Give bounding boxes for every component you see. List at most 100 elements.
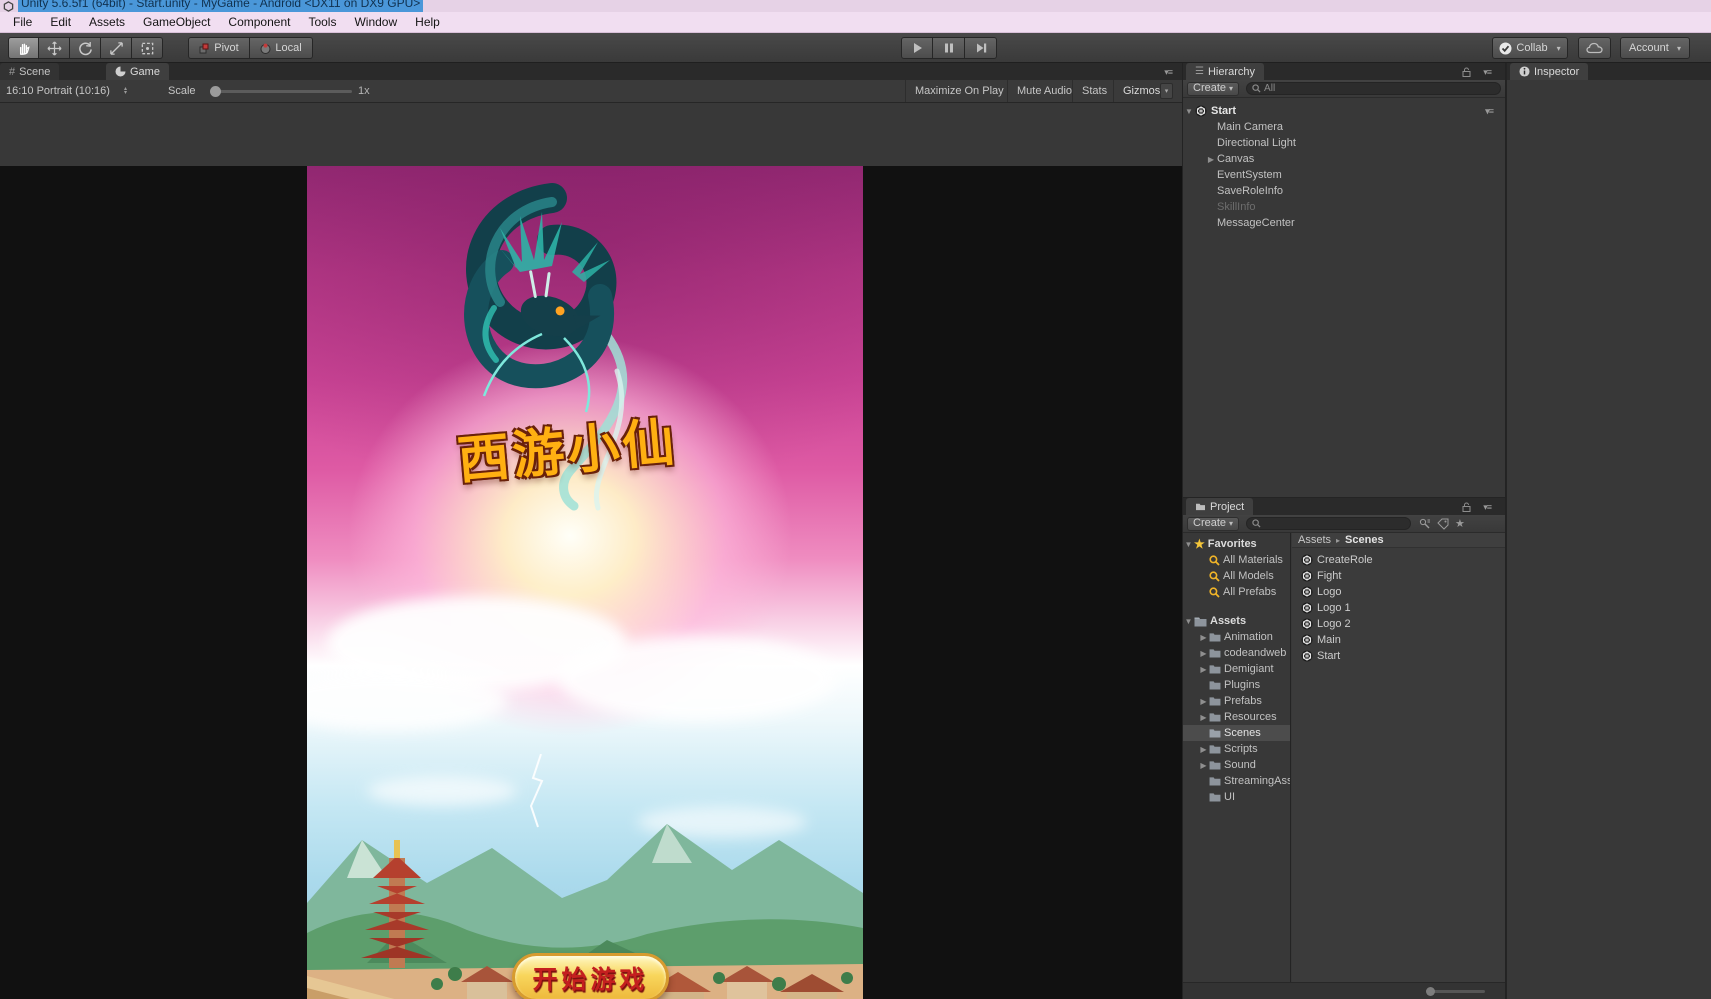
game-viewport: 西游小仙 开始游戏 [307,166,863,999]
project-panel-menu-icon[interactable]: ▾≡ [1483,502,1491,513]
menu-tools[interactable]: Tools [299,12,345,32]
hand-tool-button[interactable] [8,37,39,59]
hierarchy-item-saveroleinfo[interactable]: SaveRoleInfo [1183,183,1505,199]
search-by-type-icon[interactable] [1419,518,1431,530]
favorite-all-prefabs[interactable]: All Prefabs [1183,584,1290,600]
scale-slider-knob[interactable] [210,86,221,97]
favorite-all-materials[interactable]: All Materials [1183,552,1290,568]
menu-bar: File Edit Assets GameObject Component To… [0,12,1711,33]
panel-divider[interactable] [1182,63,1183,999]
hierarchy-item-eventsystem[interactable]: EventSystem [1183,167,1505,183]
hierarchy-item-skillinfo[interactable]: SkillInfo [1183,199,1505,215]
folder-scripts[interactable]: ▶Scripts [1183,741,1290,757]
folder-animation[interactable]: ▶Animation [1183,629,1290,645]
hierarchy-item-directional-light[interactable]: Directional Light [1183,135,1505,151]
scene-game-tabrow: # Scene Game ▾≡ [0,63,1182,80]
search-by-label-icon[interactable] [1437,518,1449,530]
scene-file-logo-1[interactable]: Logo 1 [1292,600,1505,616]
scene-file-fight[interactable]: Fight [1292,568,1505,584]
play-button[interactable] [901,37,933,59]
breadcrumb-root[interactable]: Assets [1298,534,1331,546]
local-toggle-button[interactable]: Local [250,37,313,59]
rotate-tool-button[interactable] [70,37,101,59]
tab-hierarchy[interactable]: ☰ Hierarchy [1186,63,1264,80]
save-search-star-icon[interactable]: ★ [1455,517,1465,530]
scene-file-createrole[interactable]: CreateRole [1292,552,1505,568]
account-button[interactable]: Account ▾ [1620,37,1690,59]
hierarchy-item-main-camera[interactable]: Main Camera [1183,119,1505,135]
favorites-root[interactable]: ▼ ★ Favorites [1183,536,1290,552]
panel-divider[interactable] [1505,63,1506,999]
tab-inspector[interactable]: Inspector [1510,63,1588,80]
move-tool-button[interactable] [39,37,70,59]
expander-down-icon[interactable]: ▼ [1183,617,1194,626]
asset-zoom-knob[interactable] [1426,987,1435,996]
asset-zoom-slider[interactable] [1427,990,1485,993]
folder-ui[interactable]: UI [1183,789,1290,805]
pause-button[interactable] [933,37,965,59]
menu-file[interactable]: File [4,12,41,32]
cloud-button[interactable] [1578,37,1611,59]
folder-plugins[interactable]: Plugins [1183,677,1290,693]
scale-tool-button[interactable] [101,37,132,59]
menu-edit[interactable]: Edit [41,12,80,32]
unity-scene-icon [1301,602,1313,614]
folder-icon [1209,664,1221,674]
scale-slider[interactable] [212,90,352,93]
unlock-icon[interactable] [1462,67,1471,77]
folder-resources[interactable]: ▶Resources [1183,709,1290,725]
menu-assets[interactable]: Assets [80,12,134,32]
mute-audio-button[interactable]: Mute Audio [1007,80,1081,102]
expander-right-icon[interactable]: ▶ [1205,155,1217,164]
folder-streamingassets[interactable]: StreamingAssets [1183,773,1290,789]
pivot-toggle-button[interactable]: Pivot [188,37,250,59]
aspect-ratio-dropdown[interactable]: 16:10 Portrait (10:16) ▴▾ [6,80,127,102]
favorite-all-models[interactable]: All Models [1183,568,1290,584]
folder-codeandweb[interactable]: ▶codeandweb [1183,645,1290,661]
hierarchy-panel-menu-icon[interactable]: ▾≡ [1483,67,1491,78]
gizmos-dropdown-arrow[interactable]: ▾ [1160,83,1173,99]
expander-down-icon[interactable]: ▼ [1183,540,1194,549]
menu-help[interactable]: Help [406,12,449,32]
game-view-toolbar: 16:10 Portrait (10:16) ▴▾ Scale 1x Maxim… [0,80,1182,103]
scene-file-main[interactable]: Main [1292,632,1505,648]
folder-scenes[interactable]: Scenes [1183,725,1290,741]
rect-tool-button[interactable] [132,37,163,59]
scene-file-start[interactable]: Start [1292,648,1505,664]
project-panel: Project ▾≡ Create▾ ★ ▼ ★ [1183,497,1505,999]
folder-sound[interactable]: ▶Sound [1183,757,1290,773]
game-panel-menu-icon[interactable]: ▾≡ [1164,67,1172,78]
stats-button[interactable]: Stats [1072,80,1116,102]
inspector-tabrow: Inspector [1507,63,1711,80]
collab-button[interactable]: Collab ▾ [1492,37,1568,59]
hierarchy-scene-start[interactable]: ▼ Start ▾≡ [1183,103,1505,119]
hierarchy-item-messagecenter[interactable]: MessageCenter [1183,215,1505,231]
assets-root[interactable]: ▼ Assets [1183,613,1290,629]
folder-demigiant[interactable]: ▶Demigiant [1183,661,1290,677]
scene-file-logo-2[interactable]: Logo 2 [1292,616,1505,632]
menu-window[interactable]: Window [345,12,406,32]
scene-file-logo[interactable]: Logo [1292,584,1505,600]
maximize-on-play-button[interactable]: Maximize On Play [905,80,1013,102]
folder-prefabs[interactable]: ▶Prefabs [1183,693,1290,709]
unity-scene-icon [1301,570,1313,582]
scene-menu-icon[interactable]: ▾≡ [1485,106,1493,117]
project-search-field[interactable] [1246,517,1411,530]
folder-icon [1209,632,1221,642]
project-toolbar: Create▾ ★ [1183,515,1505,533]
hierarchy-item-canvas[interactable]: ▶Canvas [1183,151,1505,167]
search-favorite-icon [1209,555,1220,566]
menu-component[interactable]: Component [219,12,299,32]
step-button[interactable] [965,37,997,59]
project-create-button[interactable]: Create▾ [1187,517,1239,531]
hierarchy-create-button[interactable]: Create▾ [1187,82,1239,96]
menu-gameobject[interactable]: GameObject [134,12,219,32]
tab-game[interactable]: Game [106,63,169,80]
hierarchy-search-field[interactable]: All [1246,82,1501,95]
tab-scene[interactable]: # Scene [0,63,59,80]
hierarchy-tabrow: ☰ Hierarchy ▾≡ [1183,63,1505,80]
start-game-button[interactable]: 开始游戏 [512,953,669,999]
expander-down-icon[interactable]: ▼ [1183,107,1195,116]
tab-project[interactable]: Project [1186,498,1253,515]
unlock-icon[interactable] [1462,502,1471,512]
